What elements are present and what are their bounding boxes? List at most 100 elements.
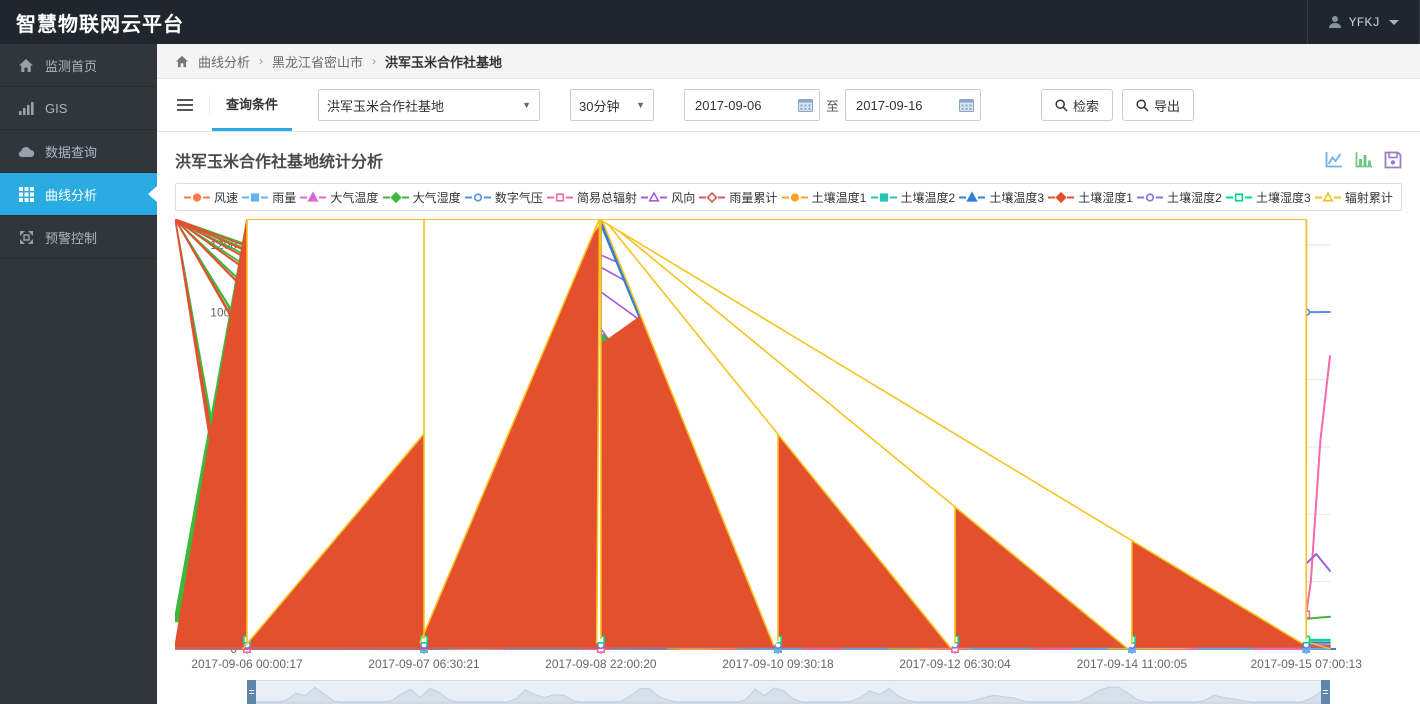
legend-item[interactable]: 简易总辐射: [547, 189, 637, 206]
legend-marker-triangle: [300, 190, 327, 202]
x-axis-label: 2017-09-14 11:00:05: [1077, 657, 1188, 671]
legend-label: 风速: [214, 190, 239, 205]
x-axis-label: 2017-09-07 06:30:21: [368, 657, 480, 671]
legend-item[interactable]: 大气温度: [300, 189, 378, 206]
user-menu[interactable]: YFKJ: [1306, 0, 1420, 44]
app-title: 智慧物联网云平台: [16, 13, 184, 36]
sidebar-item-label: 预警控制: [45, 230, 98, 246]
home-icon: [15, 58, 37, 73]
chart-title: 洪军玉米合作社基地统计分析: [175, 154, 384, 171]
home-icon: [175, 55, 189, 67]
tab-query-conditions[interactable]: 查询条件: [212, 79, 293, 131]
legend-label: 大气湿度: [412, 190, 461, 205]
datazoom-slider[interactable]: [247, 680, 1330, 704]
date-from-input[interactable]: 2017-09-06: [684, 89, 821, 121]
search-button-label: 检索: [1073, 98, 1100, 114]
legend-label: 大气温度: [330, 190, 379, 205]
legend-marker-square: [870, 192, 897, 202]
magnifier-icon: [1136, 98, 1149, 112]
datazoom-left-handle[interactable]: [247, 680, 256, 704]
x-axis-label: 2017-09-15 07:00:13: [1250, 657, 1362, 671]
legend-label: 辐射累计: [1344, 190, 1393, 205]
sidebar-item-gis[interactable]: GIS: [0, 87, 157, 130]
chart-plot[interactable]: 0200400600800100012002017-09-06 00:00:17…: [172, 216, 1415, 674]
legend-item[interactable]: 土壤温度1: [781, 189, 867, 206]
content-area: 曲线分析 › 黑龙江省密山市 › 洪军玉米合作社基地 查询条件 洪军玉米合作社基…: [157, 44, 1420, 704]
date-to-input[interactable]: 2017-09-16: [845, 89, 982, 121]
legend-item[interactable]: 大气湿度: [382, 189, 461, 206]
legend-label: 土壤温度2: [900, 190, 956, 205]
legend-item[interactable]: 数字气压: [464, 189, 543, 206]
export-button-label: 导出: [1154, 98, 1181, 114]
station-select[interactable]: 洪军玉米合作社基地 ▼: [318, 89, 541, 121]
legend-label: 土壤湿度1: [1078, 190, 1133, 205]
legend-label: 风向: [671, 190, 696, 205]
legend-label: 土壤湿度3: [1256, 190, 1311, 205]
legend-item[interactable]: 土壤温度2: [870, 189, 956, 206]
legend-marker-circle: [1137, 192, 1164, 202]
legend-marker-diamond: [382, 191, 409, 203]
legend-item[interactable]: 风速: [184, 189, 238, 206]
sidebar-item-label: GIS: [45, 100, 68, 116]
app-window: 智慧物联网云平台 YFKJ 监测首页 GIS 数据查询 曲线分析 预警控制 曲线…: [0, 0, 1420, 704]
legend-item[interactable]: 雨量累计: [699, 189, 777, 206]
sidebar-item-label: 数据查询: [45, 144, 98, 160]
x-axis-label: 2017-09-10 09:30:18: [722, 657, 834, 671]
sidebar-item-alert-control[interactable]: 预警控制: [0, 216, 157, 259]
hamburger-icon[interactable]: [175, 95, 210, 115]
save-icon[interactable]: [1384, 151, 1402, 169]
legend-marker-diamond: [1048, 191, 1075, 203]
legend-item[interactable]: 土壤湿度3: [1226, 189, 1311, 206]
legend-item[interactable]: 雨量: [242, 189, 296, 206]
user-name: YFKJ: [1348, 14, 1380, 30]
legend-marker-circle: [184, 192, 210, 202]
legend-marker-circle: [464, 192, 491, 202]
x-axis-label: 2017-09-08 22:00:20: [545, 657, 657, 671]
line-chart-icon[interactable]: [1324, 151, 1343, 169]
sidebar-item-data-query[interactable]: 数据查询: [0, 130, 157, 173]
x-axis-label: 2017-09-06 00:00:17: [191, 657, 303, 671]
breadcrumb-separator: ›: [372, 54, 377, 68]
station-select-value: 洪军玉米合作社基地: [327, 98, 445, 114]
filter-bar: 查询条件 洪军玉米合作社基地 ▼ 30分钟 ▼ 2017-09-06 至 201…: [157, 79, 1420, 132]
legend-marker-square: [547, 192, 574, 202]
legend-marker-square: [242, 192, 269, 202]
breadcrumb-item[interactable]: 黑龙江省密山市: [272, 52, 363, 71]
calendar-icon: [959, 99, 975, 112]
signal-bars-icon: [15, 101, 37, 115]
chevron-down-icon: ▼: [522, 100, 532, 110]
date-range-to-label: 至: [826, 98, 840, 114]
chart-section: 洪军玉米合作社基地统计分析 风速 雨量 大气温度 大气湿度 数字气压 简易总辐射 风向 雨量累…: [157, 146, 1420, 704]
sidebar-item-monitor-home[interactable]: 监测首页: [0, 44, 157, 87]
export-button[interactable]: 导出: [1122, 89, 1195, 121]
legend-label: 简易总辐射: [577, 190, 638, 205]
chart-toolbox: [1324, 151, 1402, 169]
legend-marker-diamond: [699, 191, 726, 203]
arrows-icon: [15, 230, 37, 245]
legend-marker-square: [1226, 192, 1252, 202]
datazoom-right-handle[interactable]: [1321, 680, 1330, 704]
datazoom-overview: [248, 686, 1329, 703]
interval-select[interactable]: 30分钟 ▼: [570, 89, 655, 121]
legend-label: 土壤温度1: [811, 190, 867, 205]
breadcrumb: 曲线分析 › 黑龙江省密山市 › 洪军玉米合作社基地: [157, 44, 1420, 79]
breadcrumb-separator: ›: [259, 54, 264, 68]
chart-legend: 风速 雨量 大气温度 大气湿度 数字气压 简易总辐射 风向 雨量累计 土壤温度1 土壤温度2 土壤温…: [175, 183, 1402, 211]
legend-item[interactable]: 土壤湿度2: [1137, 189, 1222, 206]
legend-marker-triangle: [959, 190, 986, 202]
legend-item[interactable]: 土壤温度3: [959, 189, 1044, 206]
legend-label: 土壤温度3: [989, 190, 1045, 205]
top-navbar: 智慧物联网云平台 YFKJ: [0, 0, 1420, 44]
breadcrumb-item[interactable]: 曲线分析: [198, 52, 250, 71]
date-from-value: 2017-09-06: [695, 97, 762, 113]
sidebar-item-curve-analysis[interactable]: 曲线分析: [0, 173, 157, 216]
legend-label: 雨量: [272, 190, 297, 205]
search-button[interactable]: 检索: [1041, 89, 1114, 121]
calendar-icon: [798, 99, 814, 112]
legend-item[interactable]: 土壤湿度1: [1048, 189, 1133, 206]
bar-chart-icon[interactable]: [1354, 151, 1373, 169]
legend-item[interactable]: 辐射累计: [1314, 189, 1393, 206]
breadcrumb-item-current: 洪军玉米合作社基地: [385, 54, 503, 70]
grid-icon: [15, 186, 37, 202]
legend-item[interactable]: 风向: [641, 189, 695, 206]
